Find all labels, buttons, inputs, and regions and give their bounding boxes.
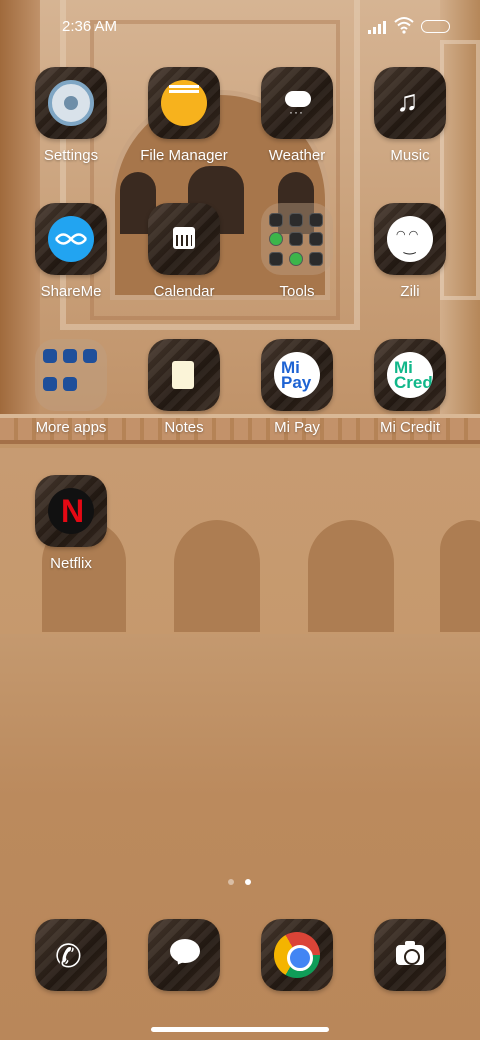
wifi-icon: [394, 17, 414, 34]
status-time: 2:36 AM: [62, 18, 118, 35]
app-shareme[interactable]: ShareMe: [16, 203, 126, 323]
app-settings[interactable]: Settings: [16, 67, 126, 187]
app-netflix[interactable]: N Netflix: [16, 475, 126, 595]
music-icon: ♫: [396, 85, 419, 118]
app-notes[interactable]: Notes: [129, 339, 239, 459]
calendar-icon: [173, 227, 195, 249]
signal-icon: [368, 20, 388, 34]
app-label: Music: [390, 147, 430, 164]
app-label: Notes: [164, 419, 204, 436]
app-label: Calendar: [153, 283, 215, 300]
app-zili[interactable]: Zili: [355, 203, 465, 323]
app-weather[interactable]: Weather: [242, 67, 352, 187]
battery-icon: [421, 20, 450, 33]
camera-icon: [396, 941, 424, 965]
app-label: Settings: [43, 147, 99, 164]
netflix-icon: N: [48, 488, 94, 534]
app-mi-pay[interactable]: Mi Pay Mi Pay: [242, 339, 352, 459]
dock-chrome[interactable]: [242, 919, 352, 993]
page-dot: [228, 879, 234, 885]
chrome-icon: [274, 932, 320, 978]
app-label: Weather: [268, 147, 326, 164]
app-mi-credit[interactable]: Mi Credit Mi Credit: [355, 339, 465, 459]
tools-folder-icon: [269, 213, 325, 267]
messages-icon: [170, 939, 200, 963]
mi-pay-icon: Mi Pay: [274, 352, 320, 398]
app-label: Zili: [400, 283, 420, 300]
app-calendar[interactable]: Calendar: [129, 203, 239, 323]
folder-tools[interactable]: Tools: [242, 203, 352, 323]
page-indicator: [228, 879, 252, 887]
app-label: Mi Pay: [274, 419, 320, 436]
app-label: Netflix: [50, 555, 92, 572]
zili-icon: [387, 216, 433, 262]
app-file-manager[interactable]: File Manager: [129, 67, 239, 187]
notes-icon: [172, 361, 194, 389]
page-dot-active: [245, 879, 251, 885]
home-gesture-bar[interactable]: [151, 1027, 329, 1032]
app-label: File Manager: [140, 147, 228, 164]
app-label: More apps: [35, 419, 107, 436]
app-label: Tools: [279, 283, 315, 300]
shareme-icon: [48, 216, 94, 262]
dock-messages[interactable]: [129, 919, 239, 993]
folder-more-apps[interactable]: More apps: [16, 339, 126, 459]
dock-phone[interactable]: ✆: [16, 919, 126, 993]
phone-icon: ✆: [55, 938, 82, 974]
more-apps-folder-icon: [43, 349, 99, 401]
weather-icon: [285, 91, 311, 119]
mi-credit-icon: Mi Credit: [387, 352, 433, 398]
app-label: Mi Credit: [379, 419, 440, 436]
app-label: ShareMe: [40, 283, 102, 300]
status-bar: 2:36 AM: [0, 0, 480, 56]
dock-camera[interactable]: [355, 919, 465, 993]
settings-icon: [48, 80, 94, 126]
app-music[interactable]: ♫ Music: [355, 67, 465, 187]
file-manager-icon: [161, 80, 207, 126]
